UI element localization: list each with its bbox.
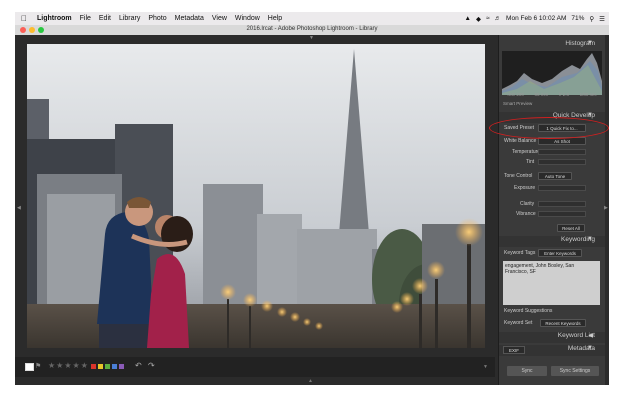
wifi-icon[interactable]: ≈ [486,15,490,22]
right-panel-toggle-icon[interactable]: ▶ [604,205,608,211]
sync-button[interactable]: Sync [507,366,547,376]
adobe-status-icon[interactable]: ▲ [465,15,471,22]
white-balance-label: White Balance [504,138,537,144]
macos-menu-bar:  Lightroom File Edit Library Photo Meta… [15,12,609,25]
rotate-right-icon[interactable]: ↷ [148,361,155,370]
left-panel-toggle-icon[interactable]: ◀ [17,205,21,211]
sync-settings-button[interactable]: Sync Settings [551,366,599,376]
reset-row: Reset All [502,224,602,233]
color-labels [91,364,124,369]
keyword-tags-row: Keyword Tags Enter Keywords [502,249,602,258]
saved-preset-dropdown[interactable]: 1 Quick Fix to... [538,124,586,132]
temperature-label: Temperature [512,149,541,155]
metadata-preset-dropdown[interactable]: EXIF [503,346,525,354]
aperture-value: f/ 2.8 [558,92,569,97]
iso-value: ISO 200 [507,92,524,97]
rotate-left-icon[interactable]: ↶ [135,361,142,370]
histogram-graph [502,51,602,95]
apple-menu-icon[interactable]:  [19,14,29,23]
collapse-icon: ▼ [587,236,593,242]
expand-icon: ◀ [588,333,593,339]
smart-preview-status[interactable]: Smart Preview [503,101,532,106]
color-label-blue[interactable] [112,364,117,369]
saved-preset-label: Saved Preset [504,125,535,131]
top-panel-toggle-icon[interactable]: ▼ [309,35,314,41]
color-label-yellow[interactable] [98,364,103,369]
keywording-header[interactable]: Keywording ▼ [499,236,605,247]
auto-tone-button[interactable]: Auto Tone [538,172,572,180]
flag-icon[interactable]: ⚑ [35,362,41,370]
menu-edit[interactable]: Edit [99,15,111,22]
keyword-tags-label: Keyword Tags [504,250,536,256]
histogram-header[interactable]: Histogram ▼ [499,40,605,51]
keyword-tags-dropdown[interactable]: Enter Keywords [538,249,582,257]
menu-photo[interactable]: Photo [148,15,166,22]
loupe-photo-view[interactable] [27,44,485,348]
histogram-exif-info: ISO 200 65 mm f/ 2.8 1/80 sec [502,92,602,97]
tint-buttons[interactable] [538,159,586,165]
tint-label: Tint [526,159,535,165]
battery-percent[interactable]: 71% [571,15,584,22]
tone-control-row: Tone Control Auto Tone [502,172,602,181]
dropbox-icon[interactable]: ◆ [476,15,481,23]
notification-icon[interactable]: ☰ [599,15,605,23]
menu-library[interactable]: Library [119,15,140,22]
color-label-green[interactable] [105,364,110,369]
vibrance-buttons[interactable] [538,211,586,217]
reset-all-button[interactable]: Reset All [557,224,585,232]
exposure-buttons[interactable] [538,185,586,191]
photo-image [27,44,485,348]
menu-window[interactable]: Window [235,15,260,22]
right-panel: Histogram ▼ ISO 200 65 mm f/ 2.8 1/80 se… [498,35,605,385]
collapse-icon: ▼ [587,112,593,118]
color-label-purple[interactable] [119,364,124,369]
temperature-row: Temperature [502,148,602,157]
vibrance-row: Vibrance [502,210,602,219]
loupe-view-icon[interactable] [25,363,34,371]
tint-row: Tint [502,158,602,167]
quick-develop-header[interactable]: Quick Develop ▼ [499,112,605,123]
focal-length-value: 65 mm [534,92,549,97]
menu-file[interactable]: File [80,15,91,22]
exposure-row: Exposure [502,184,602,193]
keyword-set-row: Keyword Set Recent Keywords [502,319,602,328]
vibrance-label: Vibrance [516,211,536,217]
tone-control-label: Tone Control [504,173,533,179]
clock-text[interactable]: Mon Feb 6 10:02 AM [506,15,566,22]
keyword-suggestions-row[interactable]: Keyword Suggestions [502,307,602,316]
metadata-header[interactable]: EXIF Metadata ▼ [499,345,605,356]
saved-preset-row: Saved Preset 1 Quick Fix to... [502,124,602,133]
clarity-row: Clarity [502,200,602,209]
filmstrip-toggle-icon[interactable]: ▲ [308,378,313,384]
menu-app-lightroom[interactable]: Lightroom [37,15,72,22]
window-title: 2016.lrcat - Adobe Photoshop Lightroom -… [246,26,378,32]
collapse-icon: ▼ [587,345,593,351]
volume-icon[interactable]: ♬ [495,15,502,22]
color-label-red[interactable] [91,364,96,369]
toolbar-menu-icon[interactable]: ▼ [483,364,488,370]
lightroom-app: ▼ ◀ ⚑ ★★★★★ ↶ ↷ ▼ Histogram ▼ ISO 200 65… [15,35,609,385]
library-toolbar: ⚑ ★★★★★ ↶ ↷ ▼ [15,357,495,377]
keyword-set-dropdown[interactable]: Recent Keywords [540,319,586,327]
menu-metadata[interactable]: Metadata [175,15,204,22]
keyword-set-label: Keyword Set [504,320,533,326]
keywords-textarea[interactable]: engagement, John Bosley, San Francisco, … [503,261,600,305]
white-balance-dropdown[interactable]: As Shot [538,137,586,145]
star-rating[interactable]: ★★★★★ [48,361,89,370]
shutter-value: 1/80 sec [579,92,597,97]
keyword-suggestions-label: Keyword Suggestions [504,308,553,314]
white-balance-row: White Balance As Shot [502,137,602,146]
temperature-buttons[interactable] [538,149,586,155]
menu-view[interactable]: View [212,15,227,22]
clarity-buttons[interactable] [538,201,586,207]
menu-help[interactable]: Help [268,15,282,22]
clarity-label: Clarity [520,201,535,207]
search-icon[interactable]: ⚲ [589,15,594,23]
collapse-icon: ▼ [587,40,593,46]
keyword-list-header[interactable]: Keyword List ◀ [499,332,605,343]
exposure-label: Exposure [514,185,536,191]
